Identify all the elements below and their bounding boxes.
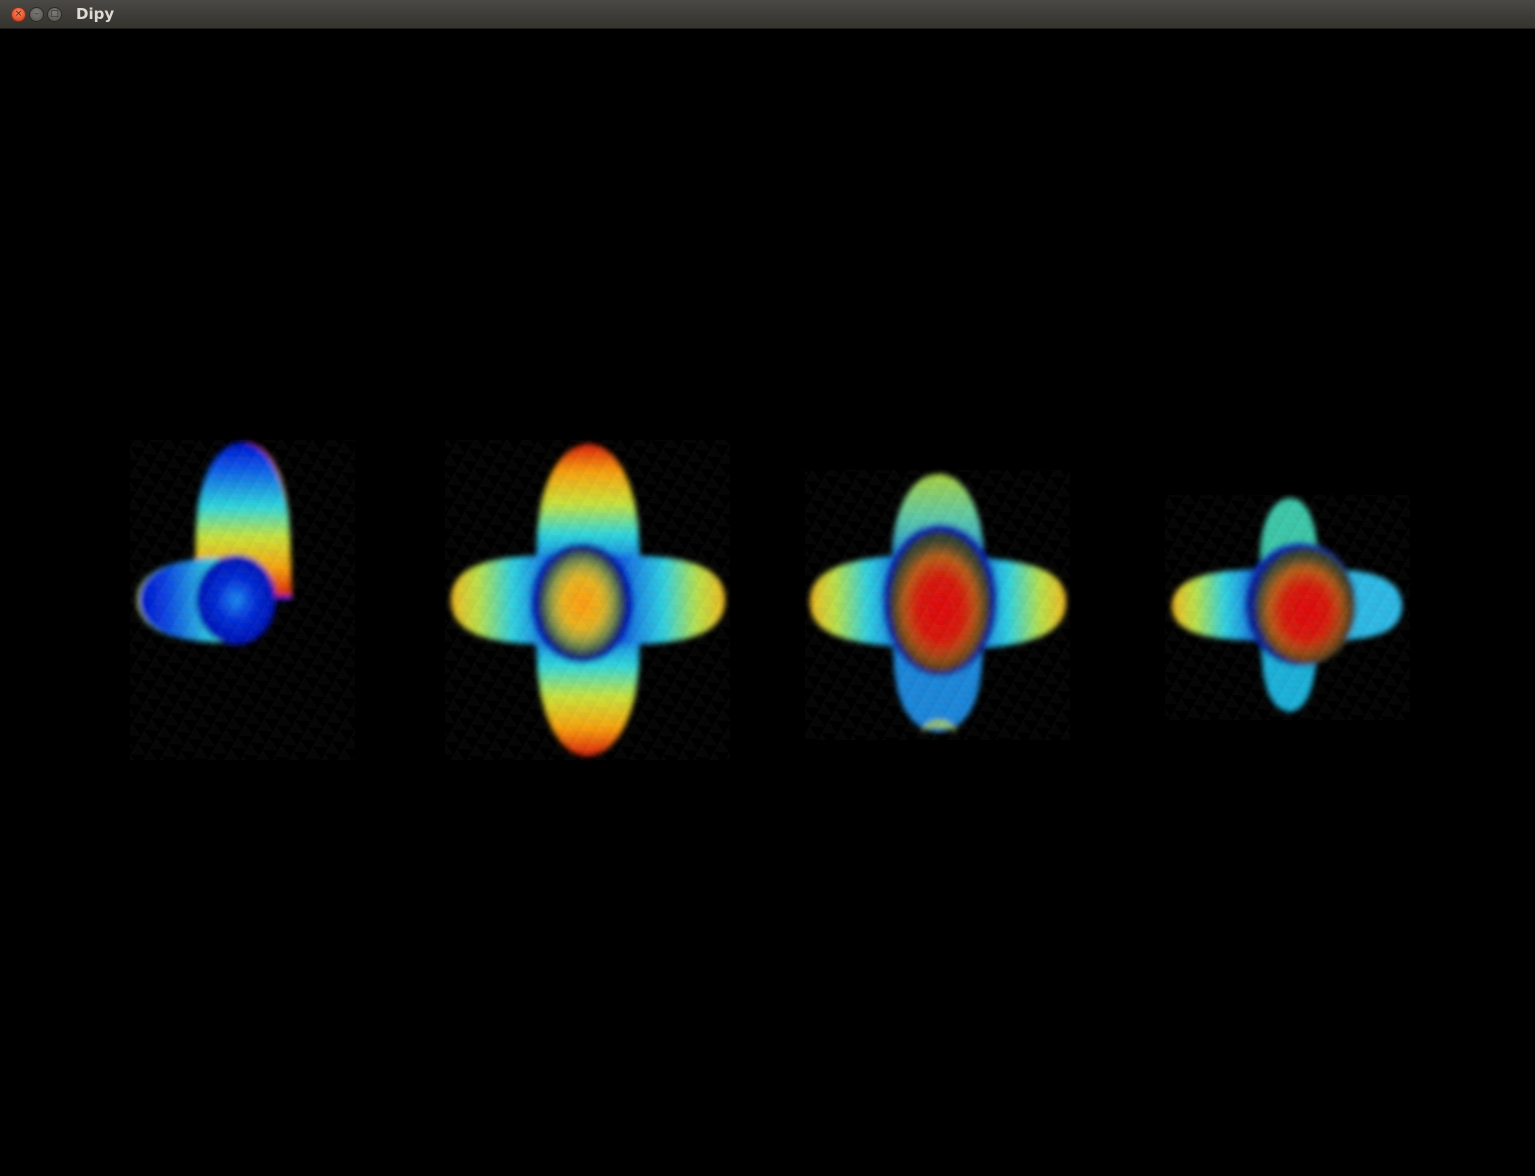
odf-glyph-2: [445, 440, 730, 760]
window-title: Dipy: [76, 5, 115, 23]
render-viewport[interactable]: [0, 29, 1535, 1176]
odf-scene: [130, 440, 1410, 760]
odf-glyph-1: [130, 440, 355, 760]
maximize-icon[interactable]: □: [47, 7, 62, 22]
odf-glyph-3: [805, 470, 1070, 740]
title-bar[interactable]: × – □ Dipy: [0, 0, 1535, 29]
window-controls: × – □: [11, 7, 62, 22]
app-window: × – □ Dipy: [0, 0, 1535, 1176]
close-icon[interactable]: ×: [11, 7, 26, 22]
odf-glyph-4: [1165, 495, 1410, 720]
minimize-icon[interactable]: –: [29, 7, 44, 22]
